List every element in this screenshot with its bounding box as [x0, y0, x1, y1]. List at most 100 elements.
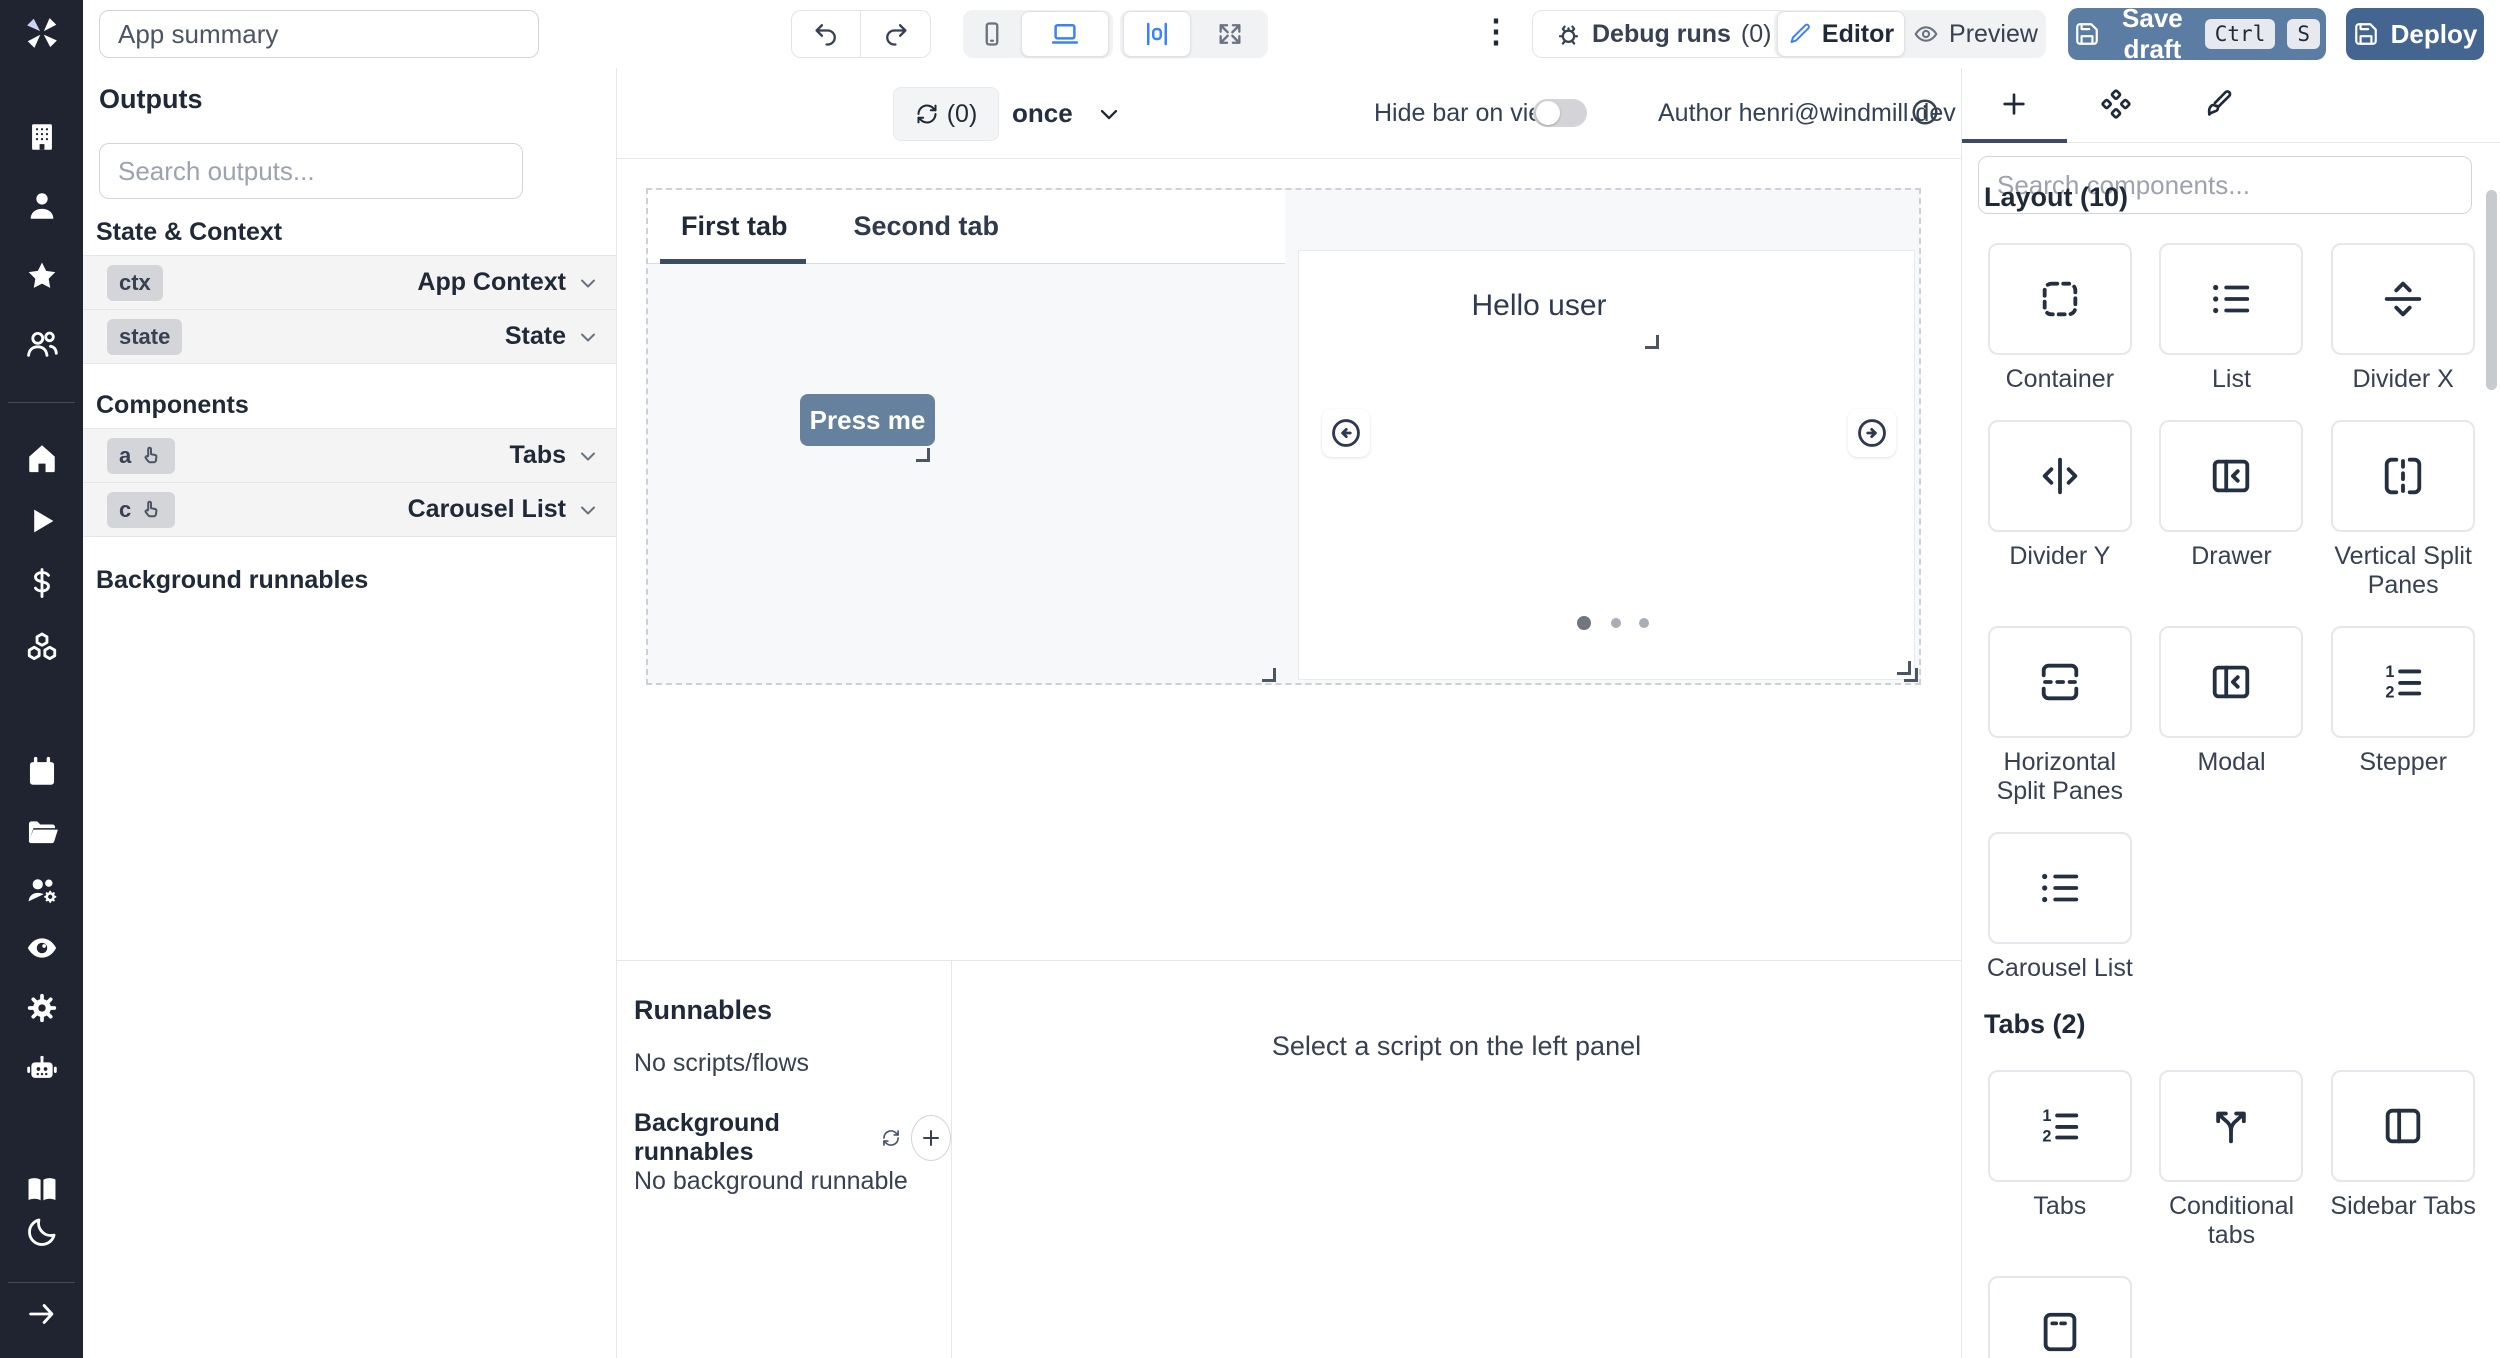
- refresh-icon: [915, 102, 939, 126]
- info-icon[interactable]: [1910, 97, 1940, 127]
- sidebar-item-user-cog[interactable]: [0, 873, 83, 907]
- component-label: Horizontal Split Panes: [1980, 748, 2140, 806]
- sidebar-item-calendar[interactable]: [0, 755, 83, 789]
- settings-tab[interactable]: [2100, 88, 2132, 120]
- deploy-button[interactable]: Deploy: [2346, 8, 2484, 60]
- refresh-policy-dropdown[interactable]: once: [1012, 98, 1123, 129]
- sidebar-item-play[interactable]: [0, 504, 83, 538]
- debug-runs-button[interactable]: Debug runs (0): [1532, 10, 1794, 58]
- sidebar-item-users[interactable]: [0, 327, 83, 361]
- sidebar-item-star[interactable]: [0, 259, 83, 293]
- component-card-horizontal-split-panes[interactable]: [1988, 626, 2132, 738]
- expand-canvas-button[interactable]: [1191, 20, 1268, 48]
- sidebar-item-arrow-right[interactable]: [0, 1297, 83, 1331]
- output-id-badge: ctx: [107, 265, 163, 301]
- component-item: Divider Y: [1980, 420, 2140, 600]
- more-menu-button[interactable]: ⋮: [1480, 12, 1512, 50]
- output-type-label: App Context: [417, 268, 566, 297]
- theme-tab[interactable]: [2200, 88, 2232, 120]
- container-icon: [2037, 276, 2083, 322]
- sidebar-item-gear[interactable]: [0, 991, 83, 1025]
- component-card-divider-x[interactable]: [2331, 243, 2475, 355]
- app-canvas: First tabSecond tab Press me Hello user: [617, 159, 1961, 960]
- redo-button[interactable]: [861, 10, 931, 58]
- carousel-dot[interactable]: [1611, 618, 1621, 628]
- component-library-panel: Layout (10)ContainerListDivider XDivider…: [1961, 68, 2500, 1358]
- save-draft-button[interactable]: Save draft Ctrl S: [2068, 8, 2326, 60]
- undo-button[interactable]: [791, 10, 861, 58]
- state-context-title: State & Context: [96, 218, 282, 247]
- output-row[interactable]: stateState: [83, 309, 616, 364]
- output-row[interactable]: cCarousel List: [83, 482, 616, 537]
- component-card-container[interactable]: [1988, 243, 2132, 355]
- text-resize-handle[interactable]: [1645, 335, 1659, 349]
- component-card-conditional-tabs[interactable]: [2159, 1070, 2303, 1182]
- carousel-dot[interactable]: [1639, 618, 1649, 628]
- laptop-icon: [1050, 19, 1080, 49]
- app-grid-container[interactable]: First tabSecond tab Press me Hello user: [646, 188, 1921, 685]
- sidebar-item-book[interactable]: [0, 1172, 83, 1206]
- eye-solid-icon: [25, 931, 59, 965]
- sidebar-item-dollar[interactable]: [0, 566, 83, 600]
- component-label: Divider X: [2352, 365, 2453, 394]
- insert-component-tab[interactable]: [1998, 88, 2030, 120]
- paintbrush-icon: [2200, 88, 2232, 120]
- center-canvas-button[interactable]: [1123, 11, 1191, 57]
- component-card-drawer[interactable]: [2159, 420, 2303, 532]
- output-row[interactable]: aTabs: [83, 428, 616, 482]
- search-outputs-input[interactable]: [99, 143, 523, 199]
- component-label: Conditional tabs: [2151, 1192, 2311, 1250]
- carousel-component[interactable]: Hello user: [1298, 250, 1915, 680]
- windmill-logo[interactable]: [23, 14, 61, 57]
- runnables-list: Runnables No scripts/flows Background ru…: [617, 961, 952, 1358]
- component-output-rows: aTabscCarousel List: [83, 428, 616, 537]
- editor-tab[interactable]: Editor: [1777, 11, 1905, 57]
- desktop-view-button[interactable]: [1021, 11, 1109, 57]
- svg-text:2: 2: [2386, 684, 2395, 702]
- runnables-title: Runnables: [634, 995, 772, 1026]
- component-card-tabs[interactable]: 12: [1988, 1070, 2132, 1182]
- component-card-carousel-list[interactable]: [1988, 832, 2132, 944]
- sidebar-item-user[interactable]: [0, 189, 83, 223]
- runnable-detail: Select a script on the left panel: [952, 961, 1961, 1358]
- component-card-modal[interactable]: [2159, 626, 2303, 738]
- right-panel-scrollbar[interactable]: [2486, 190, 2497, 390]
- output-row[interactable]: ctx App Context: [83, 255, 616, 309]
- add-background-runnable-button[interactable]: [911, 1115, 951, 1161]
- sidebar-item-boxes[interactable]: [0, 630, 83, 664]
- undo-icon: [812, 20, 840, 48]
- hide-bar-toggle[interactable]: [1533, 99, 1587, 127]
- app-summary-input[interactable]: [99, 10, 539, 58]
- canvas-tab-1[interactable]: First tab: [648, 190, 821, 263]
- tabs-component-resize-handle[interactable]: [1262, 668, 1276, 682]
- sidebar-item-bot[interactable]: [0, 1051, 83, 1085]
- component-card-stepper[interactable]: 12: [2331, 626, 2475, 738]
- mobile-view-button[interactable]: [963, 20, 1021, 48]
- building-icon: [25, 120, 59, 154]
- hello-user-text[interactable]: Hello user: [1418, 265, 1660, 347]
- top-toolbar: ⋮ Debug runs (0) Editor Preview Save dra…: [0, 0, 2500, 69]
- sidebar-item-building[interactable]: [0, 120, 83, 154]
- sidebar-item-home[interactable]: [0, 441, 83, 475]
- component-card-vertical-split-panes[interactable]: [2331, 420, 2475, 532]
- sidebar-item-folder[interactable]: [0, 814, 83, 848]
- component-card-list[interactable]: [2159, 243, 2303, 355]
- component-card-untitled[interactable]: [1988, 1276, 2132, 1358]
- carousel-prev-button[interactable]: [1322, 409, 1370, 457]
- list-icon: [2208, 276, 2254, 322]
- component-card-divider-y[interactable]: [1988, 420, 2132, 532]
- background-runnables-row: Background runnables: [634, 1109, 951, 1167]
- no-scripts-label: No scripts/flows: [634, 1049, 809, 1078]
- press-me-resize-handle[interactable]: [916, 448, 930, 462]
- sidebar-item-moon[interactable]: [0, 1215, 83, 1249]
- sidebar-item-eye-solid[interactable]: [0, 931, 83, 965]
- preview-tab[interactable]: Preview: [1905, 20, 2046, 49]
- history-group: [791, 10, 931, 58]
- grid-resize-handle[interactable]: [1904, 668, 1918, 682]
- press-me-button[interactable]: Press me: [800, 394, 935, 446]
- carousel-dot[interactable]: [1577, 616, 1591, 630]
- canvas-tab-2[interactable]: Second tab: [821, 190, 1033, 263]
- refresh-button[interactable]: (0): [893, 87, 999, 141]
- component-card-sidebar-tabs[interactable]: [2331, 1070, 2475, 1182]
- carousel-next-button[interactable]: [1848, 409, 1896, 457]
